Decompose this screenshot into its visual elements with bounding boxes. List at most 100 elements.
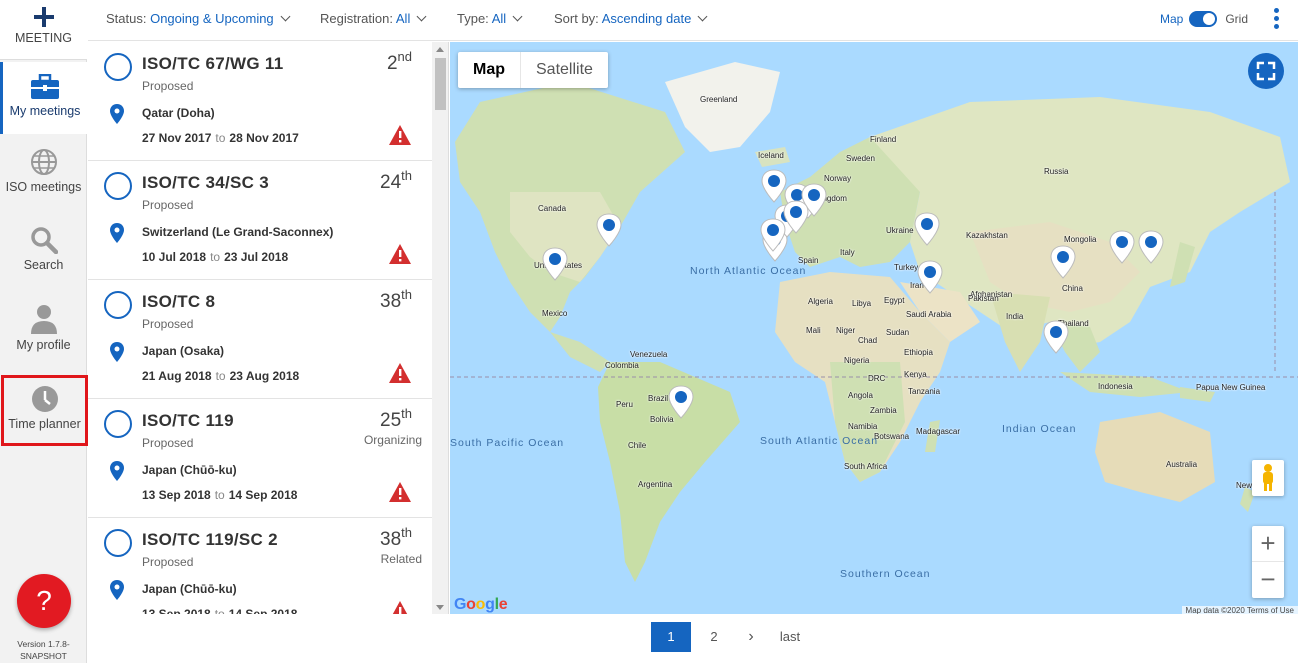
meeting-map-marker[interactable] (914, 212, 940, 246)
select-circle[interactable] (104, 53, 132, 81)
location-pin-icon (110, 223, 124, 243)
meeting-end-date: 28 Nov 2017 (229, 131, 299, 145)
registration-filter[interactable]: Registration: All (320, 11, 427, 26)
last-page-button[interactable]: last (778, 622, 802, 652)
warning-icon[interactable] (389, 244, 411, 264)
world-map[interactable]: Greenland Iceland Finland Sweden Norway Russi… (450, 42, 1298, 614)
next-page-button[interactable]: › (743, 622, 759, 652)
map-type-satellite-button[interactable]: Satellite (521, 52, 608, 88)
meeting-number: 24th (380, 168, 412, 194)
more-options-icon[interactable] (1274, 8, 1280, 32)
sort-filter-value: Ascending date (601, 11, 692, 26)
new-meeting-button[interactable]: MEETING (0, 0, 87, 60)
zoom-in-button[interactable]: + (1252, 526, 1284, 562)
grid-view-label: Grid (1225, 12, 1248, 26)
nav-item-my-meetings[interactable]: My meetings (0, 62, 87, 134)
map-country-label: Nigeria (844, 356, 870, 365)
meeting-map-marker[interactable] (1050, 245, 1076, 279)
map-ocean-label: Indian Ocean (1002, 423, 1077, 435)
meeting-title[interactable]: ISO/TC 34/SC 3 (142, 173, 269, 193)
meeting-map-marker[interactable] (1109, 230, 1135, 264)
meeting-map-marker[interactable] (542, 247, 568, 281)
type-filter-label: Type: (457, 11, 489, 26)
meeting-dates: 10 Jul 2018 to 23 Jul 2018 (142, 250, 288, 264)
type-filter[interactable]: Type: All (457, 11, 523, 26)
meeting-card[interactable]: ISO/TC 67/WG 11 Proposed 2nd Qatar (Doha… (88, 42, 432, 161)
nav-item-search[interactable]: Search (0, 226, 87, 286)
chevron-down-icon (697, 11, 708, 22)
warning-icon[interactable] (389, 601, 411, 614)
select-circle[interactable] (104, 291, 132, 319)
meeting-title[interactable]: ISO/TC 67/WG 11 (142, 54, 284, 74)
meeting-map-marker[interactable] (596, 213, 622, 247)
sort-filter[interactable]: Sort by: Ascending date (554, 11, 708, 26)
map-grid-toggle[interactable]: Map Grid (1160, 11, 1248, 27)
pegman-icon (1263, 464, 1273, 491)
warning-icon[interactable] (389, 482, 411, 502)
meeting-number-suffix: th (401, 168, 412, 183)
map-ocean-label: Southern Ocean (840, 568, 931, 580)
scrollbar-thumb[interactable] (435, 58, 446, 110)
meeting-number: 25th (380, 406, 412, 432)
map-country-label: Botswana (874, 432, 910, 441)
meeting-map-marker[interactable] (1043, 320, 1069, 354)
nav-item-time-planner[interactable]: Time planner (1, 375, 88, 446)
page-2-button[interactable]: 2 (704, 622, 724, 652)
meeting-map-marker[interactable] (760, 218, 786, 252)
map-country-label: Mali (806, 326, 821, 335)
status-filter-label: Status: (106, 11, 147, 26)
select-circle[interactable] (104, 172, 132, 200)
list-scrollbar[interactable] (432, 42, 448, 614)
select-circle[interactable] (104, 529, 132, 557)
fullscreen-button[interactable] (1248, 53, 1284, 89)
meeting-card[interactable]: ISO/TC 119 Proposed 25th Organizing Japa… (88, 399, 432, 518)
map-type-map-button[interactable]: Map (458, 52, 521, 88)
map-country-label: Peru (616, 400, 633, 409)
meeting-role: Related (380, 552, 422, 566)
meeting-title[interactable]: ISO/TC 8 (142, 292, 215, 312)
scroll-up-arrow[interactable] (436, 47, 444, 52)
map-country-label: Argentina (638, 480, 673, 489)
meeting-status: Proposed (142, 436, 194, 450)
meeting-map-marker[interactable] (668, 385, 694, 419)
nav-label-search: Search (23, 258, 64, 272)
meeting-end-date: 23 Aug 2018 (229, 369, 300, 383)
meeting-map-marker[interactable] (917, 260, 943, 294)
map-country-label: Ethiopia (904, 348, 933, 357)
meeting-card[interactable]: ISO/TC 34/SC 3 Proposed 24th Switzerland… (88, 161, 432, 280)
select-circle[interactable] (104, 410, 132, 438)
meeting-map-marker[interactable] (1138, 230, 1164, 264)
zoom-control: + − (1252, 526, 1284, 598)
scroll-down-arrow[interactable] (436, 605, 444, 610)
map-ocean-label: North Atlantic Ocean (690, 265, 807, 277)
meeting-title[interactable]: ISO/TC 119 (142, 411, 234, 431)
meeting-card[interactable]: ISO/TC 119/SC 2 Proposed 38th Related Ja… (88, 518, 432, 614)
location-pin-icon (110, 104, 124, 124)
meeting-number-value: 25 (380, 410, 402, 431)
map-country-label: Tanzania (908, 387, 941, 396)
world-map-land (450, 62, 1298, 582)
meeting-map-marker[interactable] (783, 200, 809, 234)
meeting-status: Proposed (142, 79, 194, 93)
type-filter-value: All (491, 11, 507, 26)
page-1-button[interactable]: 1 (651, 622, 691, 652)
view-switch[interactable] (1189, 11, 1218, 27)
map-attribution[interactable]: Map data ©2020 Terms of Use (1181, 606, 1298, 614)
map-country-label: Libya (852, 299, 872, 308)
map-country-label: Italy (840, 248, 855, 257)
nav-item-iso-meetings[interactable]: ISO meetings (0, 148, 87, 208)
help-button[interactable]: ? (17, 574, 71, 628)
street-view-pegman[interactable] (1252, 460, 1284, 496)
zoom-out-button[interactable]: − (1252, 562, 1284, 598)
status-filter[interactable]: Status: Ongoing & Upcoming (106, 11, 291, 26)
location-pin-icon (110, 580, 124, 600)
map-type-control: Map Satellite (458, 52, 608, 88)
meeting-card[interactable]: ISO/TC 8 Proposed 38th Japan (Osaka) 21 … (88, 280, 432, 399)
meeting-location: Switzerland (Le Grand-Saconnex) (142, 225, 334, 239)
meeting-number-suffix: th (401, 525, 412, 540)
nav-item-my-profile[interactable]: My profile (0, 304, 87, 364)
warning-icon[interactable] (389, 125, 411, 145)
meeting-title[interactable]: ISO/TC 119/SC 2 (142, 530, 278, 550)
warning-icon[interactable] (389, 363, 411, 383)
map-country-label: Brazil (648, 394, 669, 403)
